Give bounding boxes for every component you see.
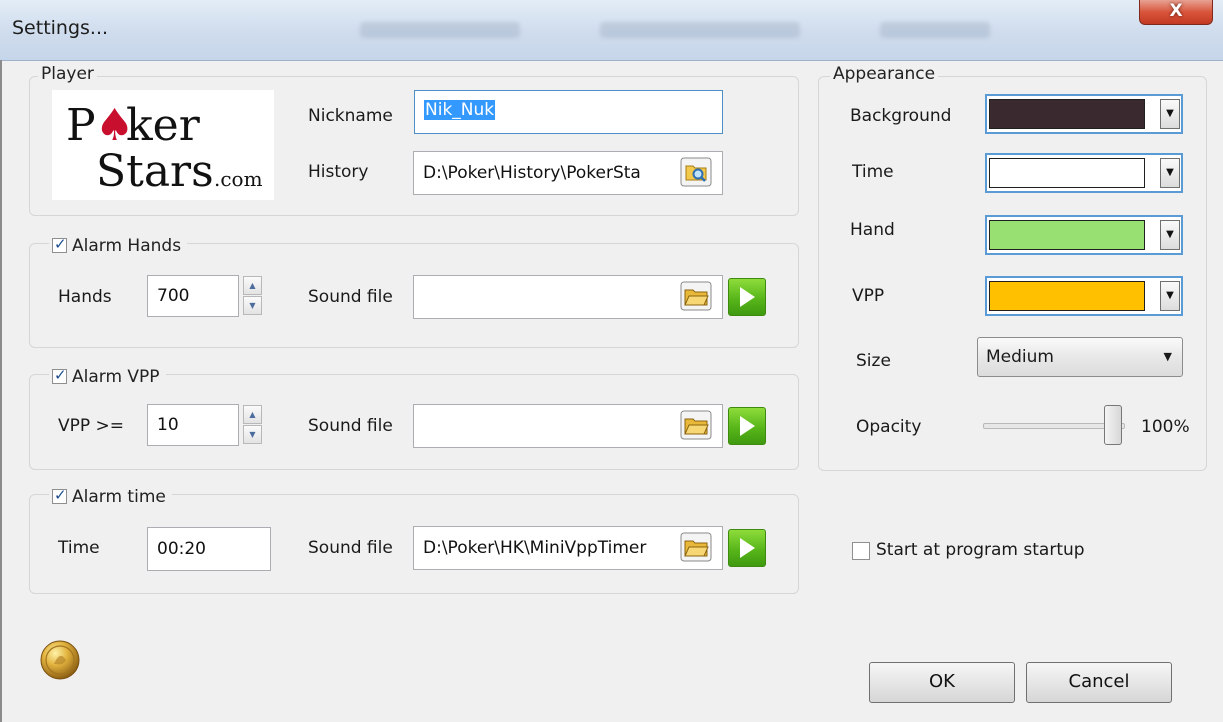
hands-input[interactable]: 700	[147, 275, 239, 317]
size-select[interactable]: Medium ▼	[977, 337, 1183, 377]
folder-open-icon	[680, 532, 712, 562]
background-blur	[880, 22, 990, 38]
history-path-value: D:\Poker\History\PokerSta	[423, 163, 641, 183]
nickname-input[interactable]: Nik_Nuk	[414, 90, 723, 134]
pokerstars-logo: P ♠ ker Stars .com	[52, 90, 274, 200]
background-color-label: Background	[850, 106, 952, 126]
vpp-play-button[interactable]	[728, 407, 766, 445]
vpp-spin-down[interactable]: ▼	[243, 425, 262, 444]
alarm-time-label: Alarm time	[72, 487, 166, 507]
chevron-down-icon[interactable]: ▼	[1160, 158, 1180, 188]
check-mark-icon: ✓	[54, 366, 67, 384]
time-sound-value: D:\Poker\HK\MiniVppTimer	[423, 538, 647, 558]
cancel-button[interactable]: Cancel	[1026, 662, 1172, 703]
alarm-time-checkbox[interactable]: ✓	[52, 486, 67, 504]
chevron-down-icon: ▼	[1163, 350, 1172, 363]
vpp-sound-browse-button[interactable]	[680, 410, 712, 440]
nickname-label: Nickname	[308, 106, 393, 126]
close-button[interactable]: X	[1139, 0, 1213, 25]
appearance-legend: Appearance	[830, 64, 939, 84]
alarm-time-legend: ✓ Alarm time	[49, 486, 172, 507]
history-path-input[interactable]: D:\Poker\History\PokerSta	[413, 151, 723, 195]
pokerstars-logo-graphic: P ♠ ker Stars .com	[66, 100, 263, 197]
time-color-swatch	[989, 158, 1145, 188]
history-label: History	[308, 162, 369, 182]
background-blur	[600, 22, 800, 38]
vpp-color-picker[interactable]: ▼	[985, 276, 1183, 316]
size-value: Medium	[986, 347, 1054, 367]
time-input[interactable]: 00:20	[147, 527, 271, 571]
vpp-threshold-value: 10	[157, 415, 179, 435]
time-color-label: Time	[852, 162, 894, 182]
gold-coin-graphic	[40, 640, 80, 680]
vpp-color-label: VPP	[852, 286, 885, 306]
time-sound-browse-button[interactable]	[680, 532, 712, 562]
check-mark-icon: ✓	[54, 235, 67, 253]
hand-color-label: Hand	[850, 220, 895, 240]
vpp-sound-label: Sound file	[308, 416, 393, 436]
chevron-down-icon[interactable]: ▼	[1160, 281, 1180, 311]
play-icon	[740, 416, 755, 436]
svg-text:.com: .com	[214, 167, 263, 191]
title-bar: Settings... X	[0, 0, 1223, 61]
alarm-hands-legend: ✓ Alarm Hands	[49, 235, 188, 256]
hands-sound-input[interactable]	[413, 275, 723, 319]
background-color-swatch	[989, 99, 1145, 129]
time-value: 00:20	[157, 539, 206, 559]
opacity-value: 100%	[1141, 417, 1190, 437]
folder-open-icon	[680, 281, 712, 311]
time-label: Time	[58, 538, 100, 558]
hands-sound-browse-button[interactable]	[680, 281, 712, 311]
window-edge	[0, 60, 2, 722]
time-color-picker[interactable]: ▼	[985, 153, 1183, 193]
hands-label: Hands	[58, 287, 112, 307]
nickname-value: Nik_Nuk	[424, 100, 496, 120]
appearance-group	[818, 76, 1207, 471]
time-sound-label: Sound file	[308, 538, 393, 558]
alarm-vpp-label: Alarm VPP	[72, 367, 160, 387]
vpp-label: VPP >=	[58, 416, 125, 436]
hands-sound-label: Sound file	[308, 287, 393, 307]
gold-coin-icon	[40, 640, 80, 680]
background-blur	[360, 22, 520, 38]
hands-spin-down[interactable]: ▼	[243, 296, 262, 315]
chevron-down-icon[interactable]: ▼	[1160, 220, 1180, 250]
size-label: Size	[856, 351, 891, 371]
alarm-hands-checkbox[interactable]: ✓	[52, 235, 67, 253]
folder-search-icon	[680, 157, 712, 187]
vpp-sound-input[interactable]	[413, 404, 723, 448]
time-sound-input[interactable]: D:\Poker\HK\MiniVppTimer	[413, 526, 723, 570]
hand-color-swatch	[989, 220, 1145, 250]
vpp-color-swatch	[989, 281, 1145, 311]
hands-spin-up[interactable]: ▲	[243, 276, 262, 295]
svg-text:Stars: Stars	[96, 146, 214, 197]
play-icon	[740, 538, 755, 558]
opacity-label: Opacity	[856, 417, 922, 437]
svg-text:ker: ker	[126, 100, 201, 151]
vpp-spin-up[interactable]: ▲	[243, 405, 262, 424]
svg-text:P: P	[66, 100, 96, 151]
background-color-picker[interactable]: ▼	[985, 94, 1183, 134]
alarm-hands-label: Alarm Hands	[72, 236, 182, 256]
history-browse-button[interactable]	[680, 157, 712, 187]
player-legend: Player	[38, 64, 97, 84]
time-play-button[interactable]	[728, 529, 766, 567]
startup-label: Start at program startup	[876, 540, 1085, 560]
play-icon	[740, 287, 755, 307]
hands-play-button[interactable]	[728, 278, 766, 316]
window-title: Settings...	[12, 17, 109, 39]
check-mark-icon: ✓	[54, 486, 67, 504]
ok-button[interactable]: OK	[869, 662, 1015, 703]
chevron-down-icon[interactable]: ▼	[1160, 99, 1180, 129]
alarm-vpp-legend: ✓ Alarm VPP	[49, 366, 166, 387]
vpp-threshold-input[interactable]: 10	[147, 404, 239, 446]
hand-color-picker[interactable]: ▼	[985, 215, 1183, 255]
folder-open-icon	[680, 410, 712, 440]
alarm-vpp-checkbox[interactable]: ✓	[52, 366, 67, 384]
opacity-slider-thumb[interactable]	[1104, 405, 1122, 445]
hands-value: 700	[157, 286, 190, 306]
startup-checkbox[interactable]	[852, 542, 870, 560]
